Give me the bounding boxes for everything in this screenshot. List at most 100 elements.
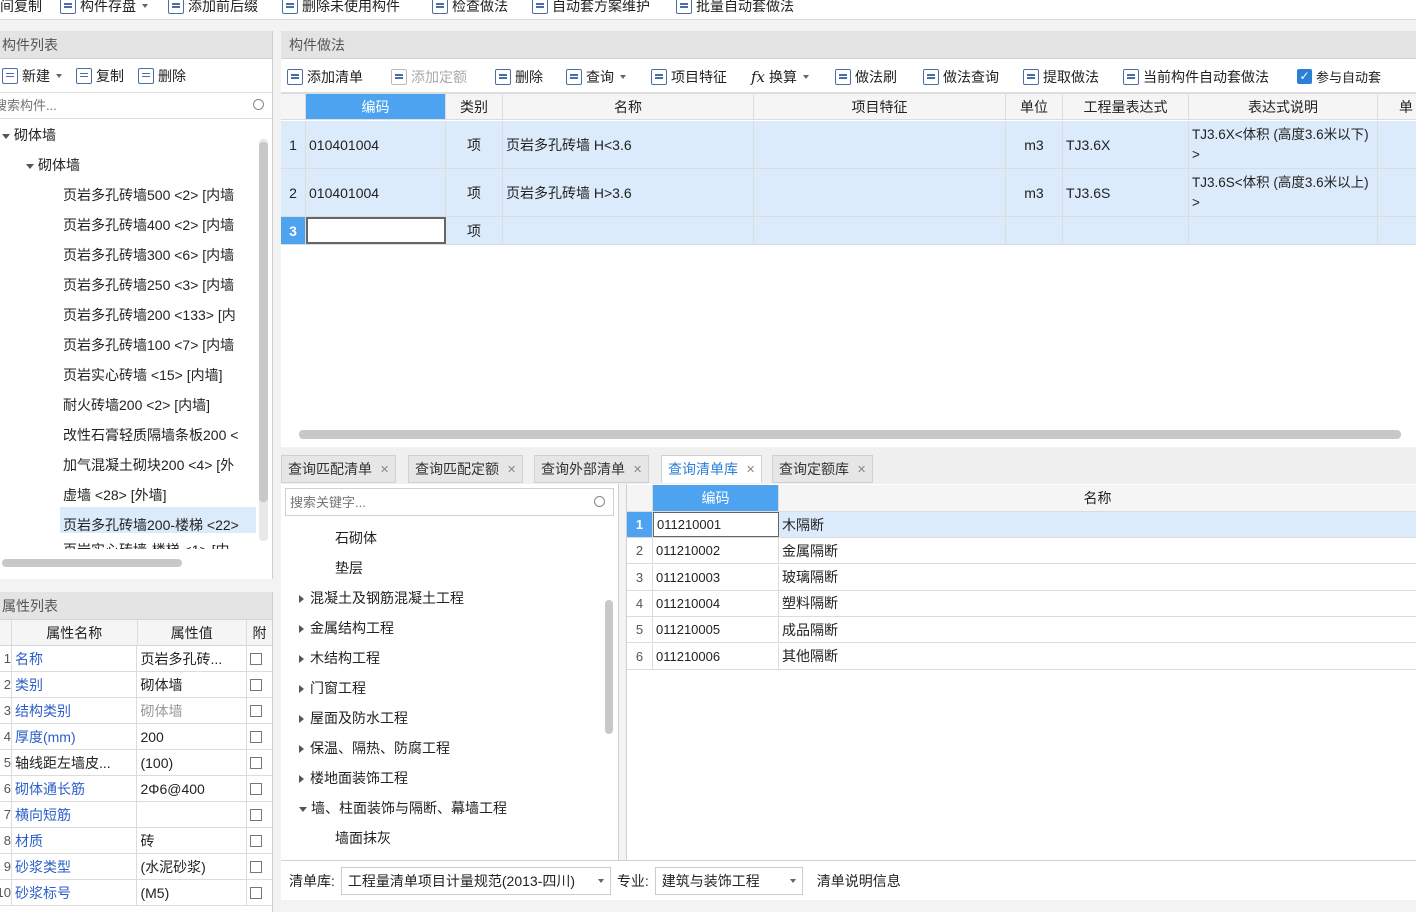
- library-name[interactable]: 成品隔断: [779, 617, 1416, 642]
- list-info-label[interactable]: 清单说明信息: [817, 871, 901, 891]
- library-header-name[interactable]: 名称: [779, 485, 1416, 511]
- tree-leaf[interactable]: 页岩多孔砖墙300 <6> [内墙: [63, 245, 234, 265]
- property-row[interactable]: 2 类别 砌体墙: [0, 672, 272, 698]
- expand-icon[interactable]: [299, 775, 304, 784]
- library-row[interactable]: 3 011210003 玻璃隔断: [627, 564, 1416, 591]
- category-node[interactable]: 木结构工程: [299, 648, 380, 668]
- property-row[interactable]: 4 厚度(mm) 200: [0, 724, 272, 750]
- property-row[interactable]: 1 名称 页岩多孔砖...: [0, 646, 272, 672]
- property-value[interactable]: 页岩多孔砖...: [137, 646, 248, 671]
- attach-checkbox[interactable]: [250, 886, 263, 899]
- library-row[interactable]: 2 011210002 金属隔断: [627, 538, 1416, 565]
- header-unit[interactable]: 单位: [1006, 94, 1063, 119]
- library-header-code[interactable]: 编码: [653, 485, 779, 511]
- copy-layer-button[interactable]: 间复制: [0, 0, 42, 16]
- library-name[interactable]: 其他隔断: [779, 644, 1416, 669]
- tab-query-match-quota[interactable]: 查询匹配定额 ✕: [408, 455, 524, 483]
- library-code[interactable]: 011210006: [653, 643, 779, 669]
- attach-checkbox[interactable]: [250, 652, 263, 665]
- tree-vscroll-track[interactable]: [259, 139, 268, 541]
- header-desc[interactable]: 表达式说明: [1189, 94, 1378, 119]
- copy-component-button[interactable]: 复制: [76, 66, 124, 86]
- close-icon[interactable]: ✕: [633, 463, 642, 476]
- library-code[interactable]: 011210005: [653, 617, 779, 643]
- category-vscroll-thumb[interactable]: [605, 600, 613, 734]
- search-icon[interactable]: [253, 99, 264, 110]
- library-name[interactable]: 塑料隔断: [779, 591, 1416, 616]
- tree-vscroll-thumb[interactable]: [259, 142, 268, 502]
- library-row[interactable]: 1 011210001 木隔断: [627, 512, 1416, 538]
- method-name[interactable]: [503, 217, 754, 244]
- category-node[interactable]: 墙、柱面装饰与隔断、幕墙工程: [299, 798, 507, 818]
- header-code[interactable]: 编码: [306, 94, 446, 119]
- library-code[interactable]: 011210001: [653, 512, 779, 537]
- header-name[interactable]: 名称: [503, 94, 754, 119]
- library-select[interactable]: 工程量清单项目计量规范(2013-四川): [340, 866, 611, 895]
- attach-checkbox[interactable]: [250, 678, 263, 691]
- method-code[interactable]: [306, 217, 446, 244]
- method-extra[interactable]: [1378, 121, 1416, 168]
- attach-checkbox[interactable]: [250, 834, 263, 847]
- property-row[interactable]: 7 横向短筋: [0, 802, 272, 828]
- property-value[interactable]: (水泥砂浆): [137, 854, 248, 879]
- attach-checkbox[interactable]: [250, 704, 263, 717]
- method-feature[interactable]: [754, 169, 1006, 216]
- library-code[interactable]: 011210002: [653, 538, 779, 564]
- attach-checkbox[interactable]: [250, 782, 263, 795]
- add-quota-button[interactable]: 添加定额: [391, 67, 467, 87]
- property-value[interactable]: (100): [137, 750, 248, 775]
- tree-leaf-selected[interactable]: 页岩多孔砖墙200-楼梯 <22>: [63, 515, 239, 535]
- property-value[interactable]: 砌体墙: [137, 672, 248, 697]
- property-row[interactable]: 10砂浆标号(M5): [0, 880, 272, 906]
- library-name[interactable]: 玻璃隔断: [779, 565, 1416, 590]
- expand-icon[interactable]: [299, 625, 304, 634]
- add-list-button[interactable]: 添加清单: [287, 67, 363, 87]
- expand-icon[interactable]: [299, 745, 304, 754]
- property-value[interactable]: 砖: [137, 828, 248, 853]
- tab-query-match-list[interactable]: 查询匹配清单 ✕: [281, 455, 397, 483]
- property-value-header[interactable]: 属性值: [138, 620, 248, 645]
- delete-component-button[interactable]: 删除: [138, 66, 186, 86]
- tree-node-masonry-wall[interactable]: 砌体墙: [2, 125, 56, 145]
- category-node[interactable]: 金属结构工程: [299, 618, 394, 638]
- method-type[interactable]: 项: [446, 169, 503, 216]
- new-component-button[interactable]: 新建: [2, 66, 62, 86]
- method-feature[interactable]: [754, 217, 1006, 244]
- expand-icon[interactable]: [299, 655, 304, 664]
- method-name[interactable]: 页岩多孔砖墙 H>3.6: [503, 169, 754, 216]
- library-code[interactable]: 011210004: [653, 590, 779, 616]
- method-desc[interactable]: TJ3.6X<体积 (高度3.6米以下) >: [1189, 121, 1378, 168]
- tree-leaf[interactable]: 加气混凝土砌块200 <4> [外: [63, 455, 234, 475]
- method-unit[interactable]: m3: [1006, 121, 1063, 168]
- category-node[interactable]: 楼地面装饰工程: [299, 768, 408, 788]
- save-component-button[interactable]: 构件存盘: [60, 0, 148, 16]
- method-code[interactable]: 010401004: [306, 169, 446, 216]
- method-row[interactable]: 1 010401004 项页岩多孔砖墙 H<3.6 m3 TJ3.6X TJ3.6X<体积…: [281, 121, 1416, 169]
- close-icon[interactable]: ✕: [746, 463, 755, 476]
- method-desc[interactable]: [1189, 217, 1378, 244]
- delete-method-button[interactable]: 删除: [495, 67, 543, 87]
- library-code[interactable]: 011210003: [653, 564, 779, 590]
- category-node[interactable]: 屋面及防水工程: [299, 708, 408, 728]
- tab-query-list-library[interactable]: 查询清单库 ✕: [661, 455, 763, 483]
- delete-unused-button[interactable]: 删除未使用构件: [282, 0, 400, 16]
- property-value[interactable]: 砌体墙: [137, 698, 248, 723]
- expand-icon[interactable]: [299, 715, 304, 724]
- property-extra-header[interactable]: 附: [247, 620, 272, 645]
- tab-query-quota-library[interactable]: 查询定额库 ✕: [772, 455, 874, 483]
- method-unit[interactable]: m3: [1006, 169, 1063, 216]
- library-name[interactable]: 金属隔断: [779, 538, 1416, 563]
- attach-checkbox[interactable]: [250, 808, 263, 821]
- close-icon[interactable]: ✕: [857, 463, 866, 476]
- method-extra[interactable]: [1378, 169, 1416, 216]
- convert-button[interactable]: fx 换算: [751, 67, 810, 87]
- tab-query-external-list[interactable]: 查询外部清单 ✕: [534, 455, 650, 483]
- tree-leaf[interactable]: 页岩多孔砖墙200 <133> [内: [63, 305, 236, 325]
- category-leaf[interactable]: 墙面抹灰: [335, 828, 391, 848]
- major-select[interactable]: 建筑与装饰工程: [654, 866, 803, 895]
- method-expr[interactable]: TJ3.6S: [1063, 169, 1189, 216]
- method-hscroll-thumb[interactable]: [299, 430, 1401, 439]
- method-query-button[interactable]: 做法查询: [923, 67, 999, 87]
- method-brush-button[interactable]: 做法刷: [835, 67, 897, 87]
- expand-icon[interactable]: [299, 685, 304, 694]
